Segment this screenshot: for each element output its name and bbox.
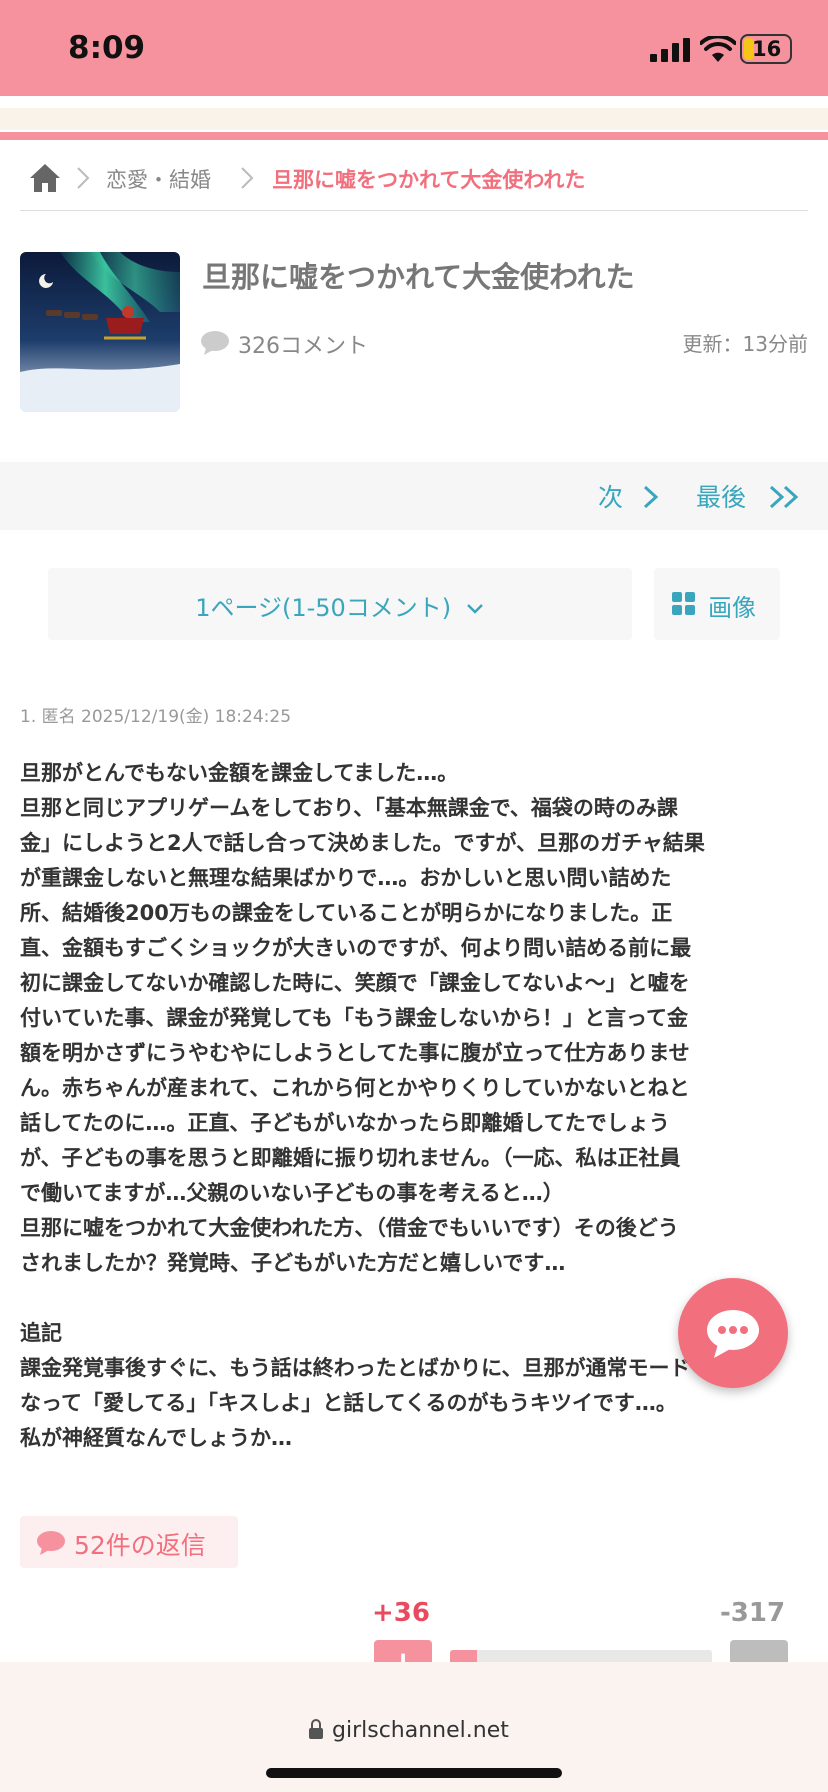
cellular-signal-icon (650, 38, 690, 62)
header-band (0, 108, 828, 130)
address-bar[interactable]: girlschannel.net (0, 1662, 828, 1762)
header-accent-line (0, 132, 828, 140)
battery-percent: 16 (752, 37, 782, 61)
plus-vote-count: +36 (372, 1598, 430, 1628)
comment-count: 326コメント (238, 334, 368, 359)
topic-thumbnail[interactable] (20, 252, 180, 412)
image-view-button[interactable]: 画像 (654, 568, 780, 640)
home-icon[interactable] (28, 162, 62, 194)
page-selector-text: 1ページ(1-50コメント) (195, 594, 452, 622)
chevron-right-icon (643, 485, 659, 509)
last-label: 最後 (696, 483, 747, 512)
battery-icon: 16 (740, 34, 792, 64)
page-selector[interactable]: 1ページ(1-50コメント) (48, 568, 632, 640)
post-comment-button[interactable] (678, 1278, 788, 1388)
status-bar: 8:09 16 (0, 0, 828, 96)
aurora-sleigh-image (20, 252, 180, 412)
topic-title: 旦那に嘘をつかれて大金使われた (202, 260, 635, 294)
next-label: 次 (598, 483, 624, 512)
grid-icon (672, 592, 695, 615)
replies-label: 52件の返信 (74, 1531, 206, 1560)
double-chevron-right-icon (769, 485, 799, 509)
home-indicator[interactable] (266, 1768, 562, 1778)
last-page-link[interactable]: 最後 (696, 478, 802, 514)
status-time: 8:09 (68, 30, 146, 66)
url-text: girlschannel.net (332, 1718, 509, 1743)
breadcrumb-current: 旦那に嘘をつかれて大金使われた (272, 168, 586, 192)
lock-icon (309, 1719, 323, 1739)
comment-meta: 1. 匿名 2025/12/19(金) 18:24:25 (20, 707, 292, 727)
breadcrumb-category[interactable]: 恋愛・結婚 (106, 164, 211, 194)
browser-bar: girlschannel.net (0, 1662, 828, 1792)
chevron-right-icon (241, 167, 254, 189)
wifi-icon (700, 36, 736, 62)
replies-button[interactable]: 52件の返信 (20, 1516, 238, 1568)
speech-bubble-icon (37, 1531, 65, 1555)
minus-vote-count: -317 (720, 1598, 786, 1628)
pager-nav: 次 最後 (0, 462, 828, 530)
chat-bubble-icon (707, 1310, 759, 1358)
next-page-link[interactable]: 次 (598, 478, 661, 514)
image-button-label: 画像 (708, 594, 756, 622)
speech-bubble-icon (201, 331, 229, 355)
header-spacer (0, 96, 828, 108)
chevron-down-icon (466, 604, 483, 614)
chevron-right-icon (77, 167, 90, 189)
page-selector-label: 1ページ(1-50コメント) (48, 588, 632, 623)
updated-time: 更新：13分前 (682, 332, 808, 356)
breadcrumb: 恋愛・結婚 旦那に嘘をつかれて大金使われた (20, 158, 808, 211)
